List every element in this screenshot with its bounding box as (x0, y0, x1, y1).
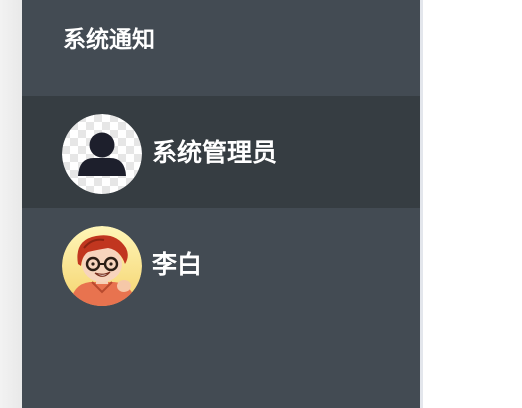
panel-border (420, 0, 423, 408)
avatar (62, 114, 142, 194)
contact-name: 系统管理员 (152, 138, 278, 167)
avatar (62, 226, 142, 306)
contact-name: 李白 (152, 250, 203, 279)
cartoon-boy-avatar-icon (62, 226, 142, 306)
left-gutter (0, 0, 22, 408)
contact-item-libai[interactable]: 李白 (22, 208, 420, 320)
user-silhouette-icon (62, 114, 142, 194)
contact-item-admin[interactable]: 系统管理员 (22, 96, 420, 208)
contact-sidebar: 系统通知 系统管理员 李白 (22, 0, 420, 408)
sidebar-title: 系统通知 (63, 27, 155, 53)
